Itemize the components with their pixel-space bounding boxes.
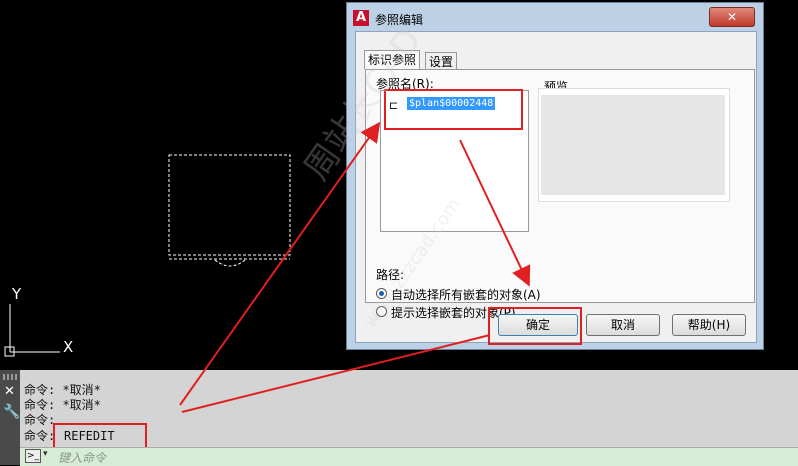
- annotation-arrows: [179, 121, 531, 413]
